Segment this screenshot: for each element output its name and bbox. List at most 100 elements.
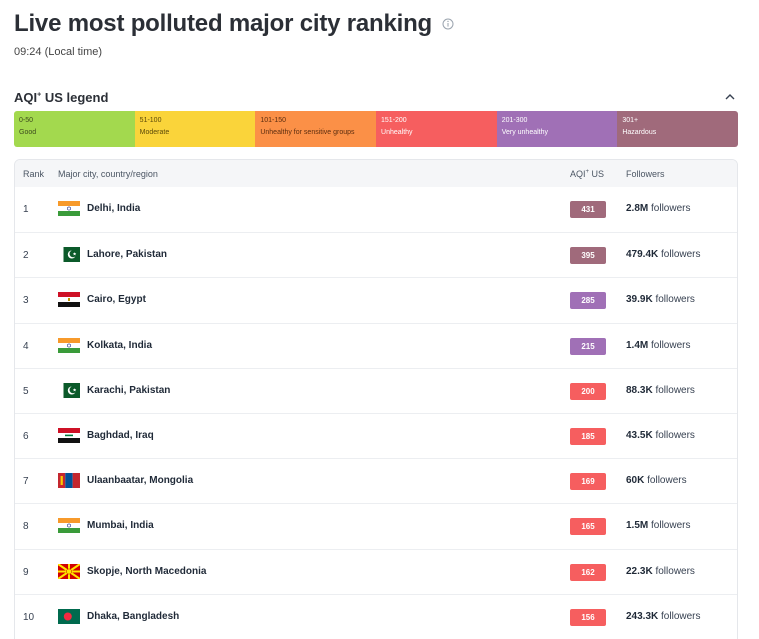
- followers-cell: 1.4M followers: [626, 340, 690, 351]
- followers-count: 88.3K: [626, 384, 653, 396]
- followers-word: followers: [651, 203, 691, 214]
- followers-count: 479.4K: [626, 249, 659, 261]
- followers-cell: 243.3K followers: [626, 611, 701, 622]
- followers-count: 22.3K: [626, 565, 653, 577]
- followers-cell: 43.5K followers: [626, 430, 695, 441]
- city-link[interactable]: Delhi, India: [87, 203, 140, 214]
- followers-cell: 60K followers: [626, 475, 687, 486]
- india-flag-icon: [58, 201, 80, 216]
- india-flag-icon: [58, 337, 80, 353]
- city-link[interactable]: Cairo, Egypt: [87, 294, 146, 305]
- legend-label: Unhealthy: [381, 129, 413, 136]
- rank-cell: 4: [23, 340, 29, 352]
- followers-count: 43.5K: [626, 429, 653, 441]
- rank-cell: 10: [23, 611, 35, 623]
- city-link[interactable]: Skopje, North Macedonia: [87, 566, 206, 577]
- iraq-flag-icon: [58, 427, 80, 443]
- local-time: 09:24 (Local time): [14, 46, 103, 58]
- table-row[interactable]: 9 Skopje, North Macedonia 162 22.3K followe…: [15, 548, 737, 594]
- aqi-badge: 431: [570, 201, 606, 218]
- followers-count: 60K: [626, 475, 645, 487]
- legend-title: AQI+ US legend: [14, 89, 109, 105]
- rank-cell: 8: [23, 521, 29, 533]
- followers-word: followers: [661, 249, 701, 261]
- followers-word: followers: [655, 384, 695, 396]
- rank-cell: 3: [23, 295, 29, 307]
- aqi-legend-bar: 0-50 Good 51-100 Moderate 101-150 Unhealthy f…: [14, 111, 738, 147]
- legend-segment: 301+ Hazardous: [617, 111, 738, 147]
- city-link[interactable]: Baghdad, Iraq: [87, 430, 154, 441]
- egypt-flag-icon: [58, 292, 80, 308]
- pakistan-flag-icon: [58, 382, 80, 398]
- legend-label: Very unhealthy: [501, 129, 548, 136]
- rank-cell: 2: [23, 250, 29, 262]
- aqi-badge: 169: [570, 473, 606, 491]
- legend-label: Moderate: [139, 129, 170, 136]
- legend-segment: 201-300 Very unhealthy: [496, 111, 618, 147]
- table-row[interactable]: 3 Cairo, Egypt 285 39.9K followers: [15, 277, 737, 322]
- legend-range: 201-300: [501, 117, 528, 124]
- aqi-badge: 165: [570, 518, 606, 536]
- followers-word: followers: [655, 565, 695, 577]
- followers-word: followers: [655, 294, 695, 306]
- legend-range: 0-50: [19, 117, 34, 124]
- rank-cell: 6: [23, 430, 29, 442]
- followers-word: followers: [647, 475, 687, 487]
- followers-cell: 22.3K followers: [626, 566, 695, 577]
- followers-count: 2.8M: [626, 203, 649, 214]
- table-row[interactable]: 7 Ulaanbaatar, Mongolia 169 60K followers: [15, 458, 737, 503]
- india-flag-icon: [58, 518, 80, 534]
- aqi-badge: 395: [570, 247, 606, 265]
- legend-header[interactable]: AQI+ US legend: [14, 88, 738, 106]
- aqi-badge: 200: [570, 382, 606, 400]
- rank-cell: 9: [23, 566, 29, 578]
- city-link[interactable]: Mumbai, India: [87, 520, 154, 531]
- table-row[interactable]: 5 Karachi, Pakistan 200 88.3K followers: [15, 367, 737, 413]
- header-aqi: AQI+ US: [570, 169, 605, 179]
- chevron-up-icon[interactable]: [724, 91, 736, 103]
- legend-segment: 151-200 Unhealthy: [376, 111, 497, 147]
- pakistan-flag-icon: [58, 247, 80, 263]
- legend-label: Unhealthy for sensitive groups: [260, 129, 355, 136]
- followers-cell: 39.9K followers: [626, 294, 695, 305]
- followers-word: followers: [651, 520, 691, 532]
- followers-cell: 88.3K followers: [626, 385, 695, 396]
- table-row[interactable]: 8 Mumbai, India 165 1.5M followers: [15, 503, 737, 548]
- legend-range: 301+: [622, 117, 639, 124]
- followers-count: 243.3K: [626, 610, 659, 622]
- header-city: Major city, country/region: [58, 169, 158, 179]
- legend-segment: 51-100 Moderate: [134, 111, 256, 147]
- north-macedonia-flag-icon: [58, 563, 80, 579]
- aqi-badge: 162: [570, 563, 606, 581]
- bangladesh-flag-icon: [58, 608, 80, 624]
- city-link[interactable]: Lahore, Pakistan: [87, 249, 167, 260]
- table-row[interactable]: 10 Dhaka, Bangladesh 156 243.3K followers: [15, 593, 737, 639]
- city-link[interactable]: Dhaka, Bangladesh: [87, 611, 179, 622]
- info-icon[interactable]: [442, 18, 454, 30]
- rank-cell: 7: [23, 476, 29, 488]
- aqi-badge: 285: [570, 292, 606, 310]
- header-rank: Rank: [23, 169, 45, 179]
- title-row: Live most polluted major city ranking: [14, 10, 454, 38]
- city-link[interactable]: Ulaanbaatar, Mongolia: [87, 475, 193, 486]
- city-link[interactable]: Kolkata, India: [87, 340, 152, 351]
- mongolia-flag-icon: [58, 473, 80, 489]
- header-followers: Followers: [626, 169, 665, 179]
- legend-segment: 101-150 Unhealthy for sensitive groups: [255, 111, 377, 147]
- followers-word: followers: [655, 429, 695, 441]
- aqi-badge: 185: [570, 427, 606, 445]
- legend-segment: 0-50 Good: [14, 111, 135, 147]
- table-row[interactable]: 6 Baghdad, Iraq 185 43.5K followers: [15, 412, 737, 458]
- page-title: Live most polluted major city ranking: [14, 10, 433, 37]
- rank-cell: 1: [23, 204, 29, 215]
- table-row[interactable]: 1 Delhi, India 431 2.8M followers: [15, 187, 737, 232]
- ranking-table: Rank Major city, country/region AQI+ US …: [14, 159, 738, 639]
- table-header: Rank Major city, country/region AQI+ US …: [15, 160, 737, 187]
- followers-cell: 479.4K followers: [626, 249, 701, 260]
- table-row[interactable]: 4 Kolkata, India 215 1.4M followers: [15, 322, 737, 368]
- city-link[interactable]: Karachi, Pakistan: [87, 385, 170, 396]
- table-row[interactable]: 2 Lahore, Pakistan 395 479.4K followers: [15, 232, 737, 277]
- followers-count: 39.9K: [626, 294, 653, 306]
- rank-cell: 5: [23, 385, 29, 397]
- followers-cell: 1.5M followers: [626, 520, 690, 531]
